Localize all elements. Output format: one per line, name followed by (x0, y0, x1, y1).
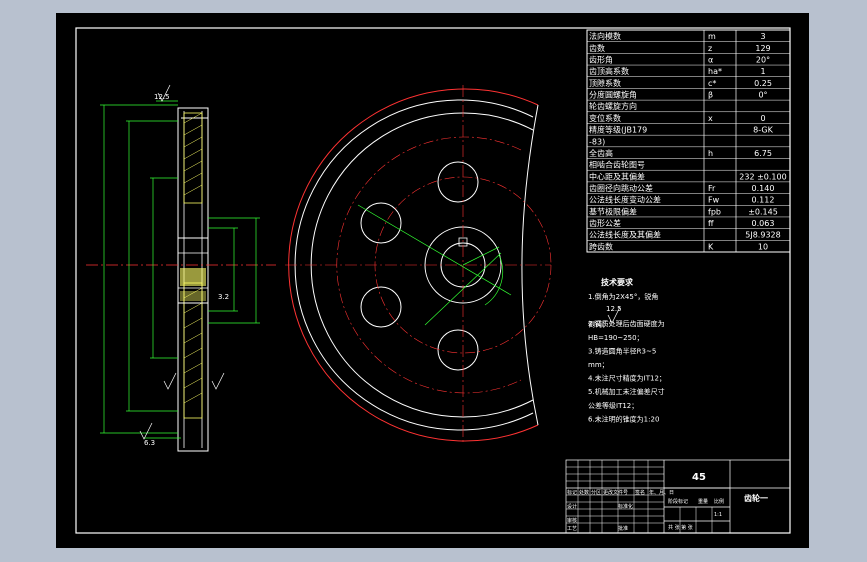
param-value: 1 (760, 67, 765, 76)
param-value: 0.063 (752, 219, 775, 228)
parameter-rows: 法向模数 m 3 齿数 z 129 齿形角 α 20° 齿顶高系数 ha* 1 顶隙系数 c* 0.25 分度… (587, 31, 790, 251)
tb-sign-header: 签名 (635, 489, 645, 496)
param-symbol: ff (708, 219, 714, 228)
param-value: 0° (758, 91, 767, 100)
param-symbol: ha* (708, 67, 722, 76)
tb-change-header: 更改文件号 (603, 489, 628, 496)
note-line: 2.调质处理后齿面硬度为 (588, 319, 665, 328)
param-symbol: x (708, 114, 713, 123)
tb-count-header: 处数 (579, 489, 589, 496)
param-name: 跨齿数 (589, 241, 613, 251)
note-line: 5.机械加工未注偏差尺寸 (588, 387, 665, 396)
param-name: 齿形角 (589, 54, 613, 64)
tb-mark-header: 标记 (567, 489, 577, 496)
param-name: 相啮合齿轮图号 (589, 160, 645, 170)
tb-zone-header: 分区 (591, 489, 601, 496)
param-value: 129 (755, 44, 770, 53)
drawing-canvas[interactable]: 12.5 6.3 3.2 法向模数 m 3 齿数 z 129 齿形角 α 20°… (56, 13, 809, 548)
param-name: 公法线长度及其偏差 (589, 230, 661, 240)
tb-craft-label: 工艺 (567, 526, 577, 532)
param-symbol: β (708, 91, 713, 100)
param-name: 精度等级(JB179 (589, 125, 647, 135)
note-roughness-label: 12.5 (606, 305, 622, 313)
tb-approve-label: 批准 (618, 525, 628, 532)
param-name: 齿顶高系数 (589, 66, 629, 76)
param-name: 公法线长度变动公差 (589, 195, 661, 205)
technical-notes: 技术要求 1.倒角为2X45°，锐角倒钝；2.调质处理后齿面硬度为HB=190~… (588, 277, 666, 423)
param-name: 齿圈径向跳动公差 (589, 183, 653, 193)
param-symbol: Fr (708, 184, 716, 193)
param-name: 法向模数 (589, 31, 621, 41)
param-value: 8-GK (753, 126, 773, 135)
param-name: 轮齿螺旋方向 (589, 101, 637, 111)
param-value: 0.25 (754, 79, 772, 88)
param-symbol: c* (708, 79, 716, 88)
param-name: 基节极限偏差 (589, 206, 637, 216)
param-name: 变位系数 (589, 113, 621, 123)
note-line: HB=190~250； (588, 334, 644, 342)
tb-scale-value: 1:1 (714, 512, 722, 518)
param-symbol: m (708, 32, 716, 41)
param-name: -83) (589, 137, 605, 146)
param-name: 分度圆螺旋角 (589, 90, 637, 100)
cad-drawing: 12.5 6.3 3.2 法向模数 m 3齿数 z 129齿形角 α 20°齿顶… (75, 27, 791, 534)
note-line: 4.未注尺寸精度为IT12； (588, 374, 666, 383)
tb-sheets-label: 共 张 第 张 (668, 524, 693, 531)
param-name: 中心距及其偏差 (589, 171, 645, 181)
part-name-label: 齿轮一 (744, 493, 768, 503)
param-value: 0 (760, 114, 765, 123)
param-name: 齿数 (589, 43, 605, 53)
tb-date-header: 年、月、日 (649, 489, 674, 496)
param-symbol: K (708, 242, 714, 251)
param-value: 20° (756, 55, 770, 64)
tb-scale-label: 比例 (714, 498, 724, 505)
param-symbol: α (708, 55, 713, 64)
note-line: 3.铸造圆角半径R3~5 (588, 346, 656, 355)
note-line: 1.倒角为2X45°，锐角 (588, 292, 658, 301)
param-value: 0.112 (752, 196, 775, 205)
param-value: 5J8.9328 (745, 231, 780, 240)
param-value: 3 (760, 32, 765, 41)
tb-standard-label: 标准化 (618, 503, 633, 510)
param-symbol: fpb (708, 207, 721, 216)
tb-review-label: 审核 (567, 517, 577, 524)
param-value: 6.75 (754, 149, 772, 158)
param-symbol: Fw (708, 196, 720, 205)
section-view: 12.5 6.3 3.2 (86, 84, 276, 452)
param-value: ±0.145 (748, 207, 778, 216)
tb-weight-label: 重量 (698, 498, 708, 505)
param-name: 齿形公差 (589, 218, 621, 228)
param-name: 全齿高 (589, 148, 613, 158)
roughness-top-label: 12.5 (154, 93, 170, 101)
notes-lines: 1.倒角为2X45°，锐角倒钝；2.调质处理后齿面硬度为HB=190~250；3… (588, 292, 666, 423)
param-name: 顶隙系数 (589, 78, 621, 88)
chamfer-label: 3.2 (218, 293, 229, 301)
gear-front-view (285, 85, 552, 445)
material-label: 45 (692, 472, 706, 483)
notes-title: 技术要求 (601, 277, 634, 287)
param-value: 10 (758, 242, 768, 251)
param-symbol: h (708, 149, 713, 158)
param-value: 232 ±0.100 (739, 172, 786, 181)
tb-design-label: 设计 (567, 503, 577, 510)
parameter-table: 法向模数 m 3 齿数 z 129 齿形角 α 20° 齿顶高系数 ha* 1 顶隙系数 c* 0.25 分度… (586, 29, 791, 253)
param-symbol: z (708, 44, 712, 53)
note-line: 6.未注明的锥度为1:20 (588, 414, 659, 423)
roughness-bottom-label: 6.3 (144, 439, 155, 447)
param-value: 0.140 (752, 184, 775, 193)
tb-stage-label: 阶段标记 (668, 498, 688, 505)
note-line: mm； (588, 361, 609, 369)
note-line: 公差等级IT12； (588, 401, 638, 410)
